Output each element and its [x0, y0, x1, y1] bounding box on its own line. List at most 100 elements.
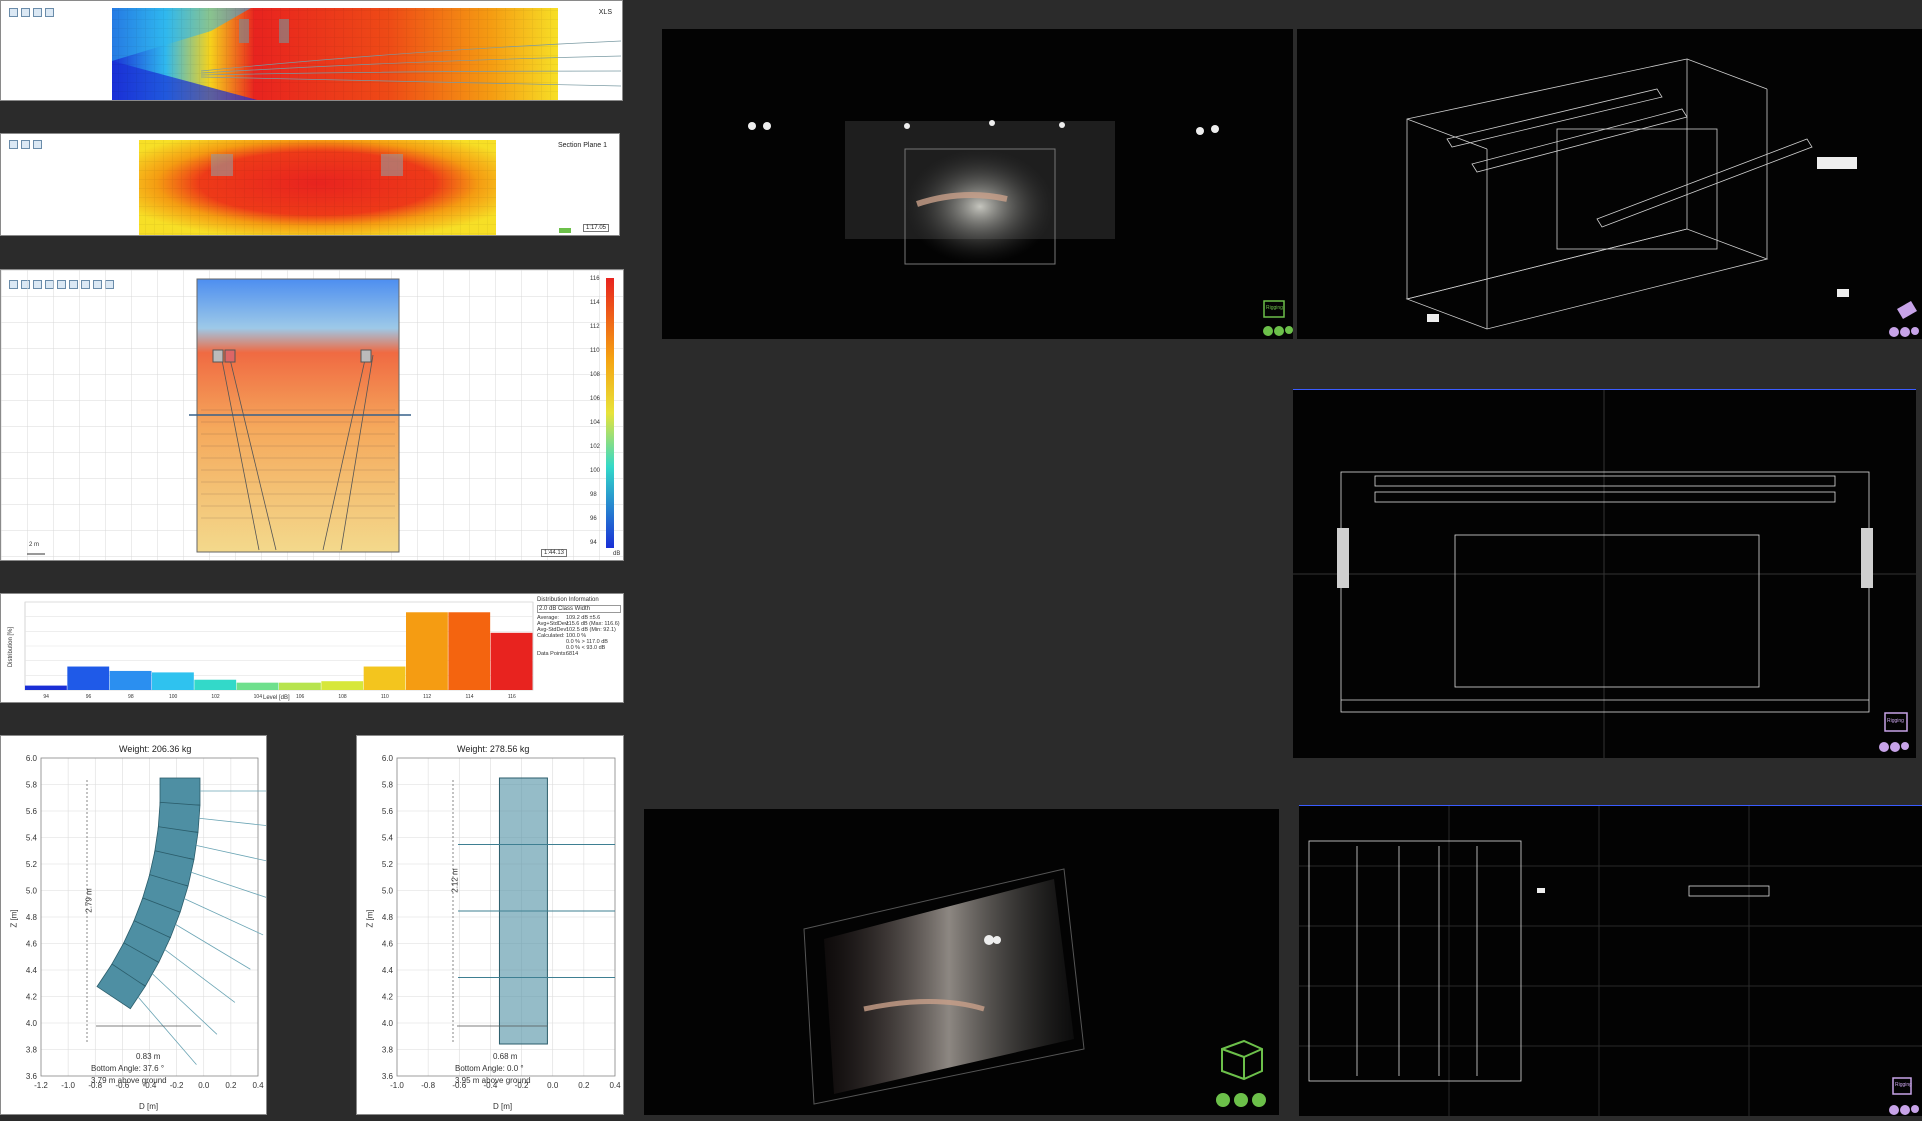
wireframe-viewport-side[interactable]: Rigging [1299, 805, 1922, 1116]
array-y-tick: 3.6 [382, 1072, 394, 1081]
histogram-xlabel: Level [dB] [263, 695, 290, 701]
pan-icon[interactable] [1900, 327, 1910, 337]
rigging-badge[interactable]: Rigging [1887, 718, 1904, 724]
array-right-xlabel: D [m] [493, 1102, 513, 1111]
array-x-tick: -1.0 [61, 1081, 75, 1090]
orbit-icon[interactable] [1889, 1105, 1899, 1115]
pan-icon[interactable] [1890, 742, 1900, 752]
wireframe-iso-scene [1405, 58, 1917, 330]
array-left-above-ground: 3.79 m above ground [91, 1076, 167, 1085]
array-y-tick: 4.2 [382, 993, 394, 1002]
colorbar-tick: 116 [590, 276, 600, 282]
array-y-tick: 5.6 [26, 807, 38, 816]
array-y-tick: 6.0 [26, 754, 38, 763]
array-x-tick: -1.2 [34, 1081, 48, 1090]
array-y-tick: 5.0 [26, 887, 38, 896]
histogram-tick-label: 116 [508, 694, 516, 700]
colorbar-tick: 112 [590, 324, 600, 330]
histogram-tick-label: 100 [169, 694, 178, 700]
array-x-tick: 0.2 [225, 1081, 237, 1090]
array-y-tick: 4.0 [382, 1019, 394, 1028]
rigging-badge[interactable]: Rigging [1266, 305, 1283, 311]
histogram-chart: 94 96 98 100 102 104 106 108 110 112 114 116 [24, 601, 534, 700]
array-dispersion-line [164, 949, 236, 1003]
zoom-icon[interactable] [1901, 742, 1909, 750]
histogram-tick-label: 112 [423, 694, 431, 700]
section-view-top[interactable]: XLS [0, 0, 623, 101]
zoom-icon[interactable] [1285, 326, 1293, 334]
plan-scale: 1:44.13 [541, 549, 568, 557]
array-y-tick: 4.8 [26, 913, 38, 922]
histogram-tick-label: 96 [86, 694, 92, 700]
array-y-tick: 4.4 [26, 966, 38, 975]
array-x-tick: 0.0 [198, 1081, 210, 1090]
zoom-icon[interactable] [1911, 1105, 1919, 1113]
array-view-right[interactable]: 6.0 5.8 5.6 5.4 5.2 5.0 4.8 4.6 4.4 4.2 4.0 3.8 3.6-… [356, 735, 624, 1115]
stat-key: Data Points: [537, 651, 567, 657]
array-left-plot: 6.05.85.65.45.25.04.84.64.44.24.03.83.6-… [26, 754, 267, 1090]
array-y-tick: 5.6 [382, 807, 394, 816]
array-y-tick: 5.8 [382, 781, 394, 790]
pan-icon[interactable] [1274, 326, 1284, 336]
class-width-select[interactable]: 2.0 dB Class Width [537, 605, 621, 613]
histogram-bar [109, 670, 152, 690]
histogram-bar [236, 682, 279, 690]
array-y-tick: 3.8 [26, 1046, 38, 1055]
distribution-info: Distribution Information 2.0 dB Class Wi… [537, 597, 621, 657]
array-x-tick: -1.0 [390, 1081, 404, 1090]
wireframe-front-scene [1293, 390, 1916, 758]
array-cabinet[interactable] [159, 777, 267, 806]
colorbar-tick: 104 [590, 420, 601, 426]
orbit-icon[interactable] [1263, 326, 1273, 336]
stat-value: 6814 [566, 651, 579, 657]
colorbar-tick: 94 [590, 540, 597, 546]
array-left-xlabel: D [m] [139, 1102, 159, 1111]
array-left-weight: Weight: 206.36 kg [119, 744, 192, 754]
array-y-tick: 4.2 [26, 993, 38, 1002]
menu-icon[interactable] [1252, 1093, 1266, 1107]
histogram-bar [363, 666, 406, 690]
array-x-tick: -0.8 [421, 1081, 435, 1090]
histogram-tick-label: 102 [211, 694, 220, 700]
array-right-height: 2.12 m [450, 868, 460, 893]
array-dispersion-line [152, 973, 218, 1035]
array-y-tick: 5.8 [26, 781, 38, 790]
histogram-panel[interactable]: 94 96 98 100 102 104 106 108 110 112 114 116 Distri… [0, 593, 624, 703]
plan-scale-bar: 2 m [29, 542, 40, 548]
orbit-icon[interactable] [1879, 742, 1889, 752]
array-x-tick: 0.0 [547, 1081, 559, 1090]
colorbar-tick: 102 [590, 444, 601, 450]
histogram-tick-label: 94 [43, 694, 49, 700]
colorbar-tick: 96 [590, 516, 597, 522]
render-viewport-front[interactable]: Rigging [662, 29, 1293, 339]
array-right-bottom-angle: Bottom Angle: 0.0 ° [455, 1064, 524, 1073]
array-y-tick: 5.2 [382, 860, 394, 869]
pan-icon[interactable] [1234, 1093, 1248, 1107]
colorbar-unit: dB [613, 551, 621, 557]
array-y-tick: 5.4 [26, 834, 38, 843]
pan-icon[interactable] [1900, 1105, 1910, 1115]
orbit-icon[interactable] [1889, 327, 1899, 337]
array-x-tick: 0.4 [609, 1081, 621, 1090]
array-x-tick: 0.2 [578, 1081, 590, 1090]
array-y-tick: 4.6 [26, 940, 38, 949]
array-view-left[interactable]: 6.0 5.8 5.6 5.4 5.2 5.0 4.8 4.6 4.4 4.2 4.0 3.8 3.6-… [0, 735, 267, 1115]
rigging-badge[interactable]: Rigging [1895, 1082, 1912, 1088]
plan-view[interactable]: 2 m 1:44.13 dB 116 114 112 110 108 106 1… [0, 269, 624, 561]
render-perspective-scene [803, 868, 1263, 1105]
histogram-tick-label: 106 [296, 694, 305, 700]
orbit-icon[interactable] [1216, 1093, 1230, 1107]
zoom-icon[interactable] [1911, 327, 1919, 335]
wireframe-viewport-front[interactable]: Rigging [1293, 389, 1916, 758]
histogram-tick-label: 104 [254, 694, 263, 700]
section-plane-view[interactable]: Section Plane 1 1:17.05 [0, 133, 620, 236]
wireframe-viewport-iso[interactable] [1297, 29, 1922, 339]
histogram-tick-label: 98 [128, 694, 134, 700]
array-right-weight: Weight: 278.56 kg [457, 744, 530, 754]
histogram-bar [406, 612, 448, 690]
array-dispersion-line [198, 817, 266, 828]
array-y-tick: 6.0 [382, 754, 394, 763]
render-viewport-perspective[interactable] [644, 809, 1279, 1115]
array-cabinet-body [159, 777, 201, 806]
colorbar-tick: 98 [590, 492, 597, 498]
